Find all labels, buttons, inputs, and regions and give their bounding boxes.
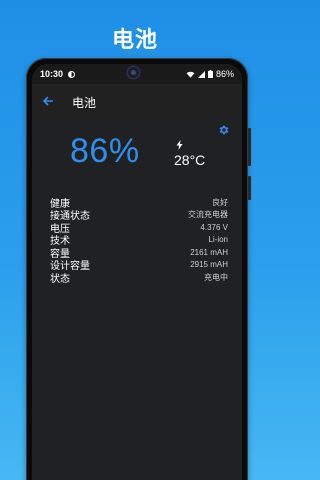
info-label: 状态: [50, 273, 70, 285]
gear-icon[interactable]: [218, 124, 230, 136]
info-value: 交流充电器: [188, 210, 228, 220]
info-value: Li-ion: [208, 235, 228, 245]
info-value: 4.376 V: [200, 222, 228, 232]
status-bar: 10:30 86%: [32, 64, 242, 84]
info-row-technology: 技术 Li-ion: [50, 234, 228, 247]
phone-volume-button: [248, 176, 251, 200]
status-icons: 86%: [186, 69, 234, 79]
info-row-plug-type: 接通状态 交流充电器: [50, 209, 228, 222]
back-button[interactable]: [42, 95, 62, 109]
phone-screen: 10:30 86% 电池 86% 28°C 健康 良好 接通状态 交流充电器 电…: [32, 64, 242, 480]
phone-frame: 10:30 86% 电池 86% 28°C 健康 良好 接通状态 交流充电器 电…: [26, 58, 251, 480]
phone-power-button: [248, 128, 251, 166]
info-value: 良好: [212, 197, 228, 207]
info-row-voltage: 电压 4.376 V: [50, 221, 228, 235]
battery-percent: 86%: [70, 132, 140, 170]
arrow-back-icon: [42, 96, 53, 106]
info-value: 充电中: [204, 272, 228, 282]
battery-temperature: 28°C: [174, 152, 206, 168]
front-camera: [128, 67, 139, 78]
status-time: 10:30: [40, 69, 64, 79]
info-row-status: 状态 充电中: [50, 271, 228, 285]
app-toolbar: 电池: [32, 84, 242, 120]
promo-banner-title: 电池: [111, 27, 158, 52]
notification-icon: [68, 70, 76, 78]
wifi-icon: [186, 71, 195, 78]
battery-summary: 86% 28°C: [32, 120, 242, 196]
status-battery-percent: 86%: [215, 69, 234, 79]
battery-icon: [207, 70, 213, 78]
signal-icon: [197, 70, 205, 78]
battery-info-list: 健康 良好 接通状态 交流充电器 电压 4.376 V 技术 Li-ion 容量…: [32, 196, 242, 285]
lightning-bolt-icon: [176, 140, 183, 150]
toolbar-title: 电池: [72, 95, 97, 110]
info-value: 2915 mAH: [190, 260, 228, 270]
info-value: 2161 mAH: [190, 247, 228, 257]
info-row-design-capacity: 设计容量 2915 mAH: [50, 259, 228, 272]
